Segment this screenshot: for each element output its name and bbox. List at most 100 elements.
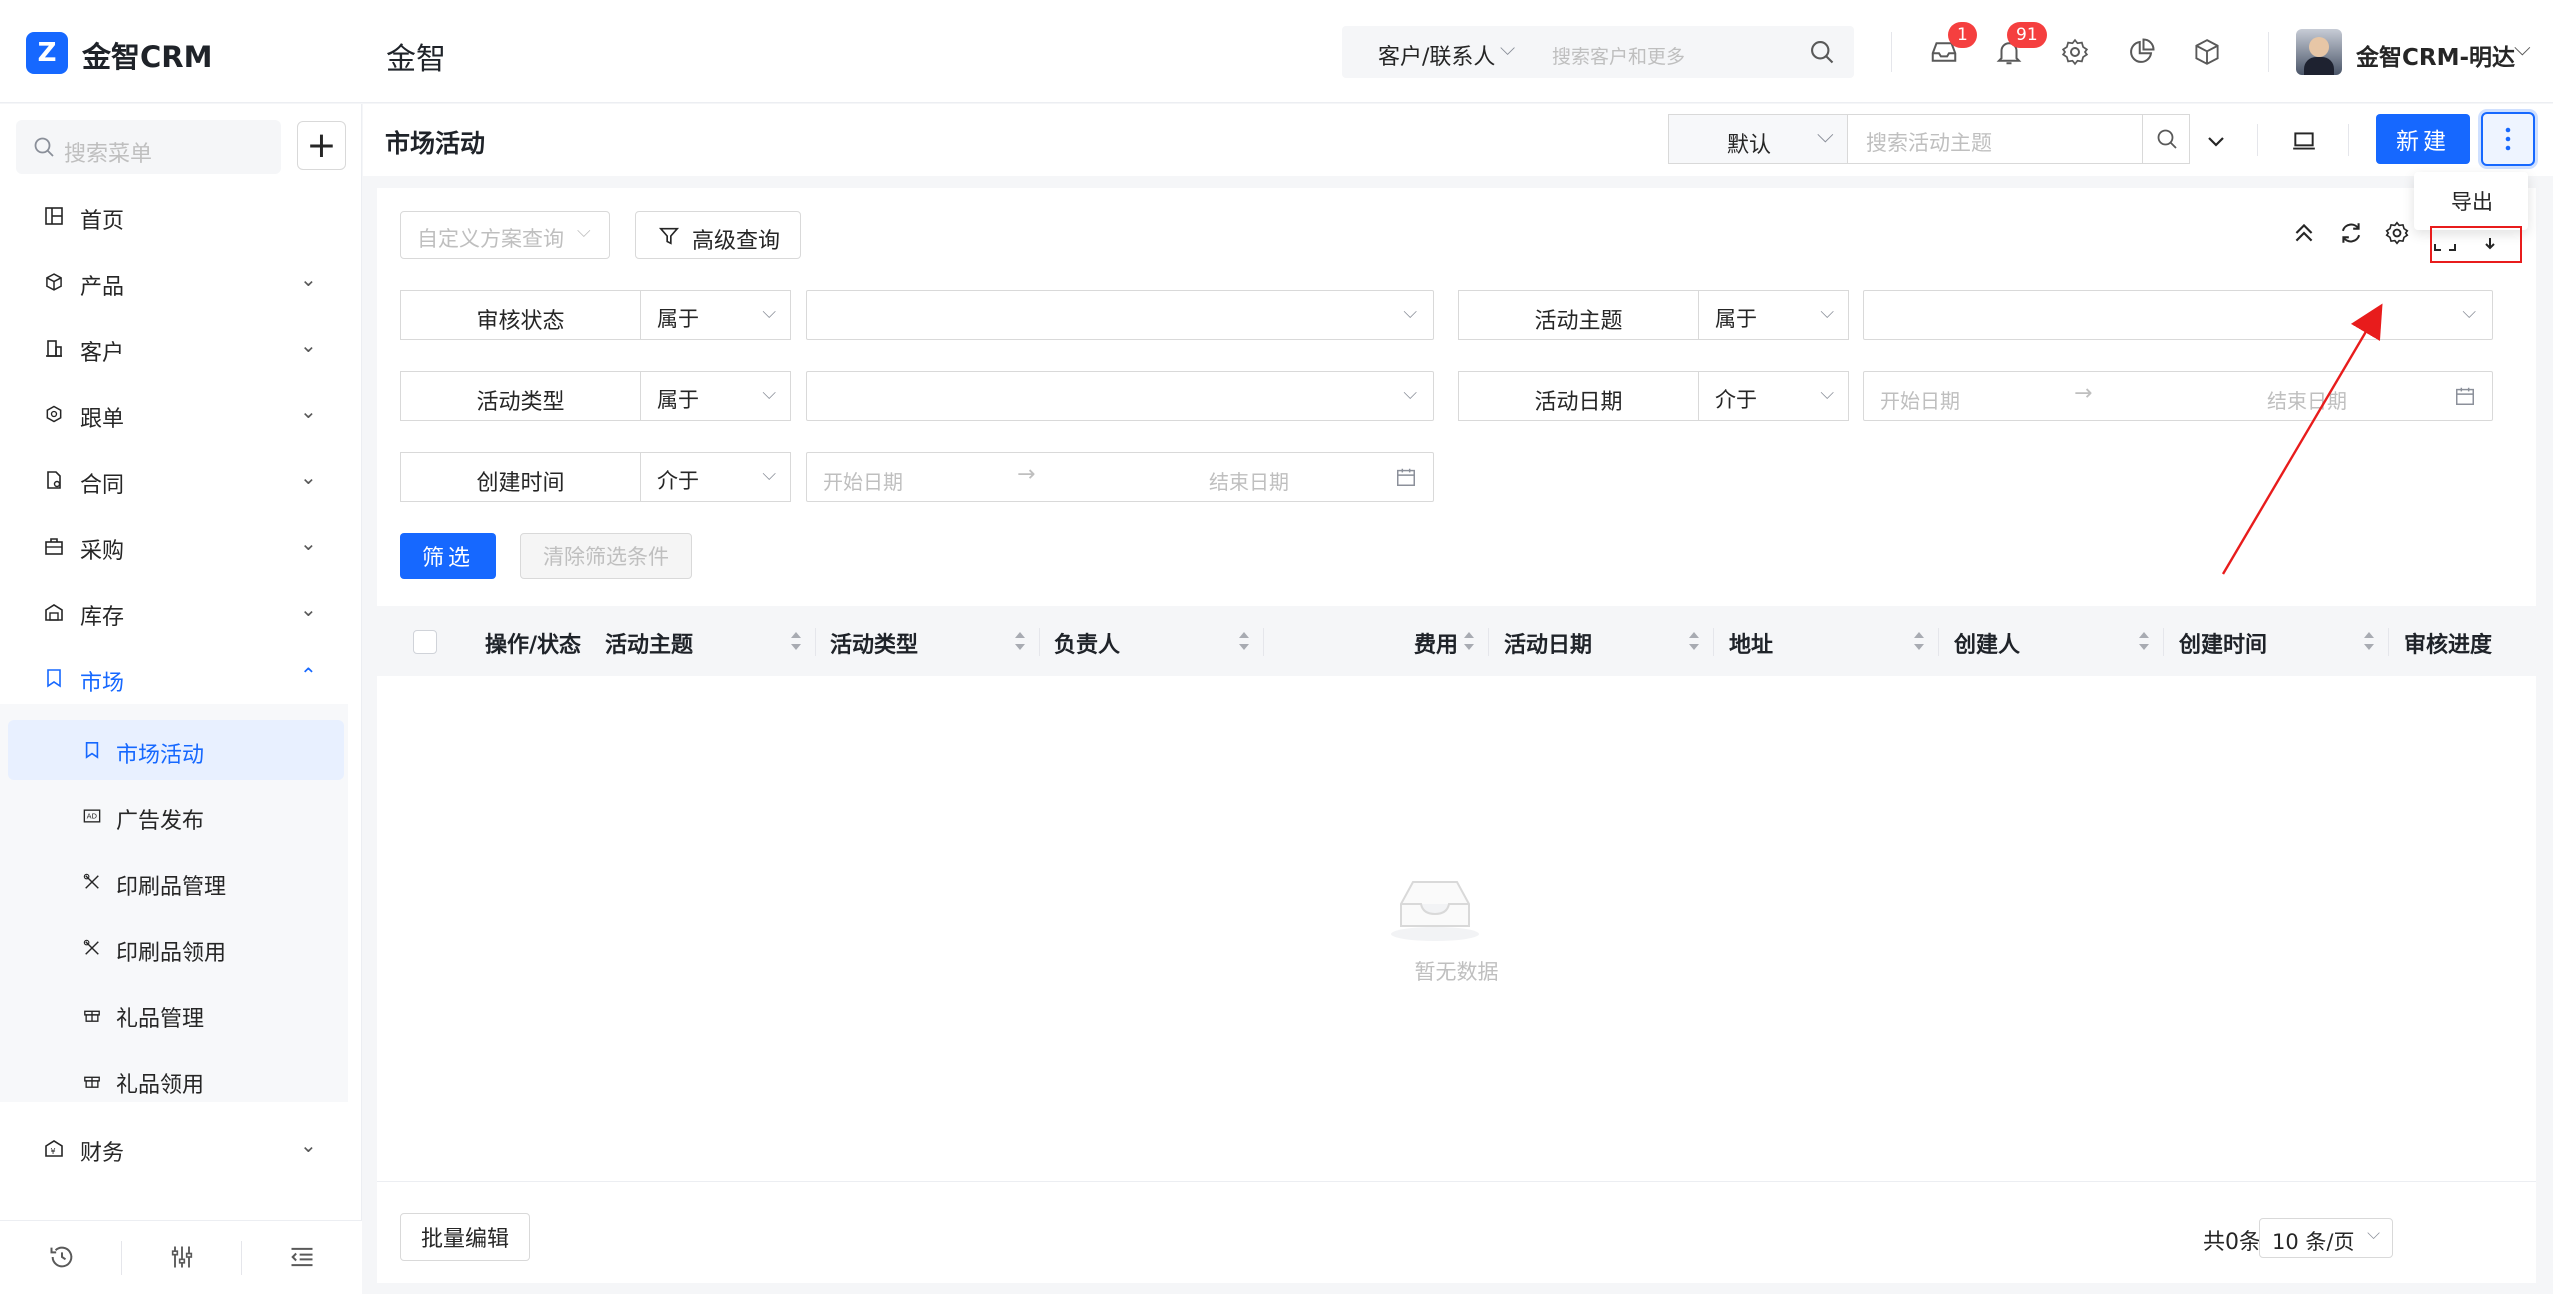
search-icon[interactable] xyxy=(1808,38,1836,70)
filter-op-activity-type[interactable]: 属于 ⌵ xyxy=(641,371,791,421)
sidebar-item-contract[interactable]: 合同 ⌄ xyxy=(0,452,362,508)
filter-op-activity-topic[interactable]: 属于 ⌵ xyxy=(1699,290,1849,340)
building-icon xyxy=(42,336,66,360)
sidebar-item-finance[interactable]: ¥ 财务 ⌄ xyxy=(0,1120,362,1176)
end-date-input[interactable]: 结束日期 xyxy=(1209,466,1289,495)
sort-icon[interactable] xyxy=(1013,628,1027,654)
filter-op-activity-date[interactable]: 介于 ⌵ xyxy=(1699,371,1849,421)
user-name[interactable]: 金智CRM-明达 xyxy=(2356,38,2515,72)
filter-op-create-time[interactable]: 介于 ⌵ xyxy=(641,452,791,502)
add-menu-button[interactable]: + xyxy=(297,121,346,170)
page-size-select[interactable]: 10 条/页 ⌵ xyxy=(2259,1218,2393,1258)
refresh-icon[interactable] xyxy=(2335,217,2367,249)
batch-edit-button[interactable]: 批量编辑 xyxy=(400,1213,530,1261)
global-search-input[interactable]: 搜索客户和更多 xyxy=(1552,42,1685,69)
arrow-right-icon: → xyxy=(2074,381,2093,406)
filter-op-text: 属于 xyxy=(657,307,699,331)
gear-icon[interactable] xyxy=(2059,36,2091,68)
activity-search-input[interactable]: 搜索活动主题 xyxy=(1847,114,2143,164)
sidebar-item-inventory[interactable]: 库存 ⌄ xyxy=(0,584,362,640)
custom-query-select[interactable]: 自定义方案查询 ⌵ xyxy=(400,211,610,259)
chevron-down-icon: ⌵ xyxy=(1403,383,1417,404)
column-header[interactable]: 创建时间 xyxy=(2179,627,2267,659)
new-button[interactable]: 新建 xyxy=(2376,114,2470,164)
sort-icon[interactable] xyxy=(789,628,803,654)
avatar[interactable] xyxy=(2296,29,2342,75)
filter-icon xyxy=(658,225,680,251)
sidebar-subitem-print-use[interactable]: 印刷品领用 xyxy=(8,918,344,978)
sort-icon[interactable] xyxy=(1912,628,1926,654)
annotation-highlight-box xyxy=(2430,226,2522,263)
sort-icon[interactable] xyxy=(1687,628,1701,654)
sidebar-item-customers[interactable]: 客户 ⌄ xyxy=(0,320,362,376)
collapse-menu-icon[interactable] xyxy=(284,1239,320,1275)
arrow-right-icon: → xyxy=(1017,462,1036,487)
chevron-down-icon[interactable] xyxy=(2199,124,2233,158)
sliders-icon[interactable] xyxy=(164,1239,200,1275)
sidebar-item-label: 采购 xyxy=(80,539,125,564)
ad-icon: AD xyxy=(80,804,104,828)
column-header[interactable]: 负责人 xyxy=(1054,627,1120,659)
start-date-input[interactable]: 开始日期 xyxy=(1880,385,1960,414)
search-button[interactable] xyxy=(2142,114,2190,164)
chevron-down-icon[interactable]: ⌵ xyxy=(1500,36,1515,60)
sidebar-item-products[interactable]: 产品 ⌄ xyxy=(0,254,362,310)
filter-value-activity-type[interactable]: ⌵ xyxy=(806,371,1434,421)
filter-label-text: 活动日期 xyxy=(1534,390,1623,415)
filter-op-text: 介于 xyxy=(1715,388,1757,412)
column-header[interactable]: 活动类型 xyxy=(830,627,918,659)
filter-value-activity-date[interactable]: 开始日期 → 结束日期 xyxy=(1863,371,2493,421)
advanced-query-label: 高级查询 xyxy=(692,229,781,254)
column-header[interactable]: 费用 xyxy=(1414,627,1458,659)
pie-chart-icon[interactable] xyxy=(2125,36,2157,68)
column-header[interactable]: 创建人 xyxy=(1954,627,2020,659)
cube-icon[interactable] xyxy=(2191,36,2223,68)
column-header[interactable]: 活动主题 xyxy=(605,627,693,659)
clear-filter-button[interactable]: 清除筛选条件 xyxy=(520,533,692,579)
end-date-input[interactable]: 结束日期 xyxy=(2267,385,2347,414)
empty-text: 暂无数据 xyxy=(1414,960,1499,984)
column-header[interactable]: 操作/状态 xyxy=(485,627,581,659)
more-button[interactable] xyxy=(2481,112,2535,166)
filter-value-activity-topic[interactable]: ⌵ xyxy=(1863,290,2493,340)
sort-icon[interactable] xyxy=(1237,628,1251,654)
sidebar-item-follow[interactable]: 跟单 ⌄ xyxy=(0,386,362,442)
filter-value-audit-status[interactable]: ⌵ xyxy=(806,290,1434,340)
sidebar-subitem-label: 市场活动 xyxy=(116,743,205,768)
sort-icon[interactable] xyxy=(2137,628,2151,654)
start-date-input[interactable]: 开始日期 xyxy=(823,466,903,495)
search-scope-select[interactable]: 客户/联系人 xyxy=(1378,39,1495,71)
chevron-down-icon: ⌄ xyxy=(300,531,317,555)
sort-icon[interactable] xyxy=(1462,628,1476,654)
sidebar-subitem-market-activity[interactable]: 市场活动 xyxy=(8,720,344,780)
sidebar-item-home[interactable]: 首页 xyxy=(0,188,362,244)
menu-search-input[interactable]: 搜索菜单 xyxy=(64,136,152,168)
laptop-icon[interactable] xyxy=(2285,122,2323,160)
sidebar-item-purchase[interactable]: 采购 ⌄ xyxy=(0,518,362,574)
sidebar-subitem-ad-publish[interactable]: AD 广告发布 xyxy=(8,786,344,846)
column-header[interactable]: 地址 xyxy=(1729,627,1773,659)
menu-item-export[interactable]: 导出 xyxy=(2451,186,2493,216)
gear-icon[interactable] xyxy=(2381,217,2413,249)
column-header[interactable]: 活动日期 xyxy=(1504,627,1592,659)
app-logo[interactable]: Z xyxy=(26,32,68,74)
chevron-down-icon: ⌵ xyxy=(762,302,776,323)
column-header[interactable]: 审核进度 xyxy=(2404,627,2492,659)
menu-search[interactable]: 搜索菜单 xyxy=(16,120,281,174)
filter-value-create-time[interactable]: 开始日期 → 结束日期 xyxy=(806,452,1434,502)
sidebar-footer xyxy=(0,1220,362,1294)
history-icon[interactable] xyxy=(44,1239,80,1275)
chevron-down-icon[interactable]: ⌵ xyxy=(2514,36,2531,61)
collapse-up-icon[interactable] xyxy=(2288,217,2320,249)
advanced-query-button[interactable]: 高级查询 xyxy=(635,211,801,259)
sidebar-subitem-print-manage[interactable]: 印刷品管理 xyxy=(8,852,344,912)
filter-op-audit-status[interactable]: 属于 ⌵ xyxy=(641,290,791,340)
svg-text:¥: ¥ xyxy=(51,1147,56,1156)
sidebar-item-market[interactable]: 市场 ⌃ xyxy=(0,650,362,706)
filter-button[interactable]: 筛选 xyxy=(400,533,496,579)
sidebar-subitem-gift-use[interactable]: 礼品领用 xyxy=(8,1050,344,1110)
select-all-checkbox[interactable] xyxy=(413,630,437,654)
sidebar-subitem-gift-manage[interactable]: 礼品管理 xyxy=(8,984,344,1044)
view-select[interactable]: 默认 ⌵ xyxy=(1668,114,1848,164)
sort-icon[interactable] xyxy=(2362,628,2376,654)
